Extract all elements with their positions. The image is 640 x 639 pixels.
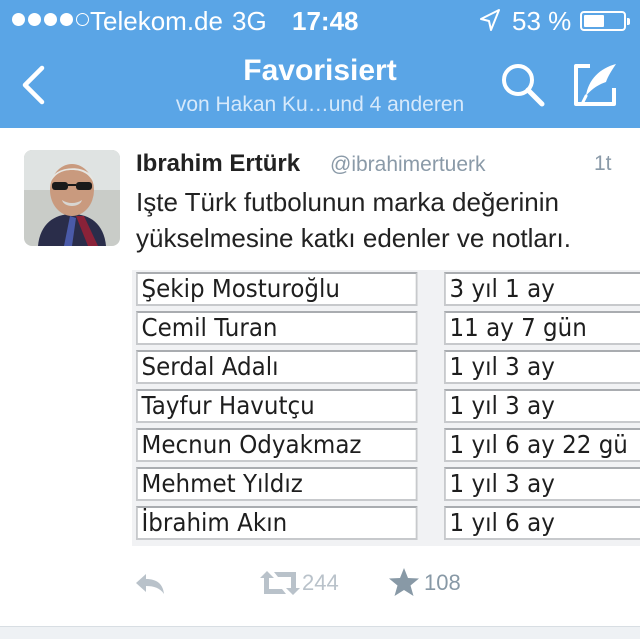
search-icon[interactable] — [498, 60, 548, 110]
table-cell-name: Mehmet Yıldız — [136, 467, 418, 501]
table-cell-duration: 3 yıl 1 ay — [444, 272, 640, 306]
reply-icon[interactable] — [132, 568, 168, 598]
carrier-name: Telekom.de — [90, 6, 223, 36]
table-cell-duration: 1 yıl 3 ay — [444, 467, 640, 501]
location-arrow-icon — [480, 9, 500, 31]
table-cell-duration: 1 yıl 3 ay — [444, 350, 640, 384]
table-cell-duration: 1 yıl 6 ay 22 gü — [444, 428, 640, 462]
tweet-image[interactable]: Şekip Mosturoğlu 3 yıl 1 ay Cemil Turan … — [132, 270, 640, 546]
top-bar: Telekom.de 3G 17:48 53 % Favorisiert von… — [0, 0, 640, 128]
battery-percentage: 53 % — [512, 6, 572, 36]
tweet-text: Işte Türk futbolunun marka değerinin yük… — [136, 187, 571, 253]
retweet-count: 244 — [302, 570, 339, 595]
table-cell-duration: 1 yıl 6 ay — [444, 506, 640, 540]
table-row: Mehmet Yıldız 1 yıl 3 ay — [132, 467, 640, 501]
signal-strength-icon — [12, 13, 89, 26]
clock: 17:48 — [292, 6, 359, 36]
network-type: 3G — [232, 6, 267, 36]
avatar[interactable] — [24, 150, 120, 246]
table-row: Şekip Mosturoğlu 3 yıl 1 ay — [132, 272, 640, 306]
table-row: Serdal Adalı 1 yıl 3 ay — [132, 350, 640, 384]
favorite-count: 108 — [424, 570, 461, 595]
favorite-star-icon[interactable] — [388, 566, 420, 598]
tweet-timestamp: 1t — [594, 152, 612, 175]
status-bar: Telekom.de 3G 17:48 53 % — [0, 0, 640, 40]
table-cell-name: İbrahim Akın — [136, 506, 418, 540]
table-cell-name: Şekip Mosturoğlu — [136, 272, 418, 306]
next-tweet-edge — [0, 626, 640, 639]
author-name[interactable]: Ibrahim Ertürk — [136, 150, 300, 178]
table-cell-name: Cemil Turan — [136, 311, 418, 345]
table-cell-name: Serdal Adalı — [136, 350, 418, 384]
table-row: Cemil Turan 11 ay 7 gün — [132, 311, 640, 345]
table-cell-name: Tayfur Havutçu — [136, 389, 418, 423]
table-row: Tayfur Havutçu 1 yıl 3 ay — [132, 389, 640, 423]
table-row: İbrahim Akın 1 yıl 6 ay — [132, 506, 640, 540]
retweet-icon[interactable] — [258, 568, 302, 598]
battery-icon — [580, 11, 630, 31]
compose-icon[interactable] — [570, 58, 622, 110]
author-handle[interactable]: @ibrahimertuerk — [330, 153, 486, 177]
table-row: Mecnun Odyakmaz 1 yıl 6 ay 22 gü — [132, 428, 640, 462]
table-cell-name: Mecnun Odyakmaz — [136, 428, 418, 462]
tweet[interactable]: Ibrahim Ertürk @ibrahimertuerk 1t Işte T… — [0, 128, 640, 626]
table-cell-duration: 1 yıl 3 ay — [444, 389, 640, 423]
table-cell-duration: 11 ay 7 gün — [444, 311, 640, 345]
